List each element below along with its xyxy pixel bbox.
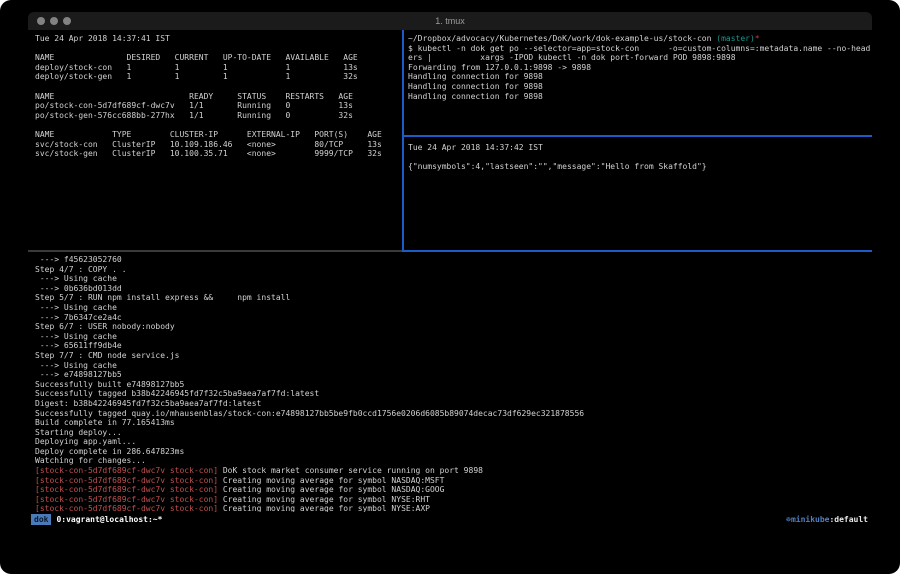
titlebar[interactable]: 1. tmux [28,12,872,30]
minimize-button[interactable] [50,17,58,25]
log-prefix: [stock-con-5d7df689cf-dwc7v stock-con] [35,485,218,494]
tmux-status-bar: dok 0:vagrant@localhost:~* ☸ minikube :d… [28,512,872,527]
build-log: ---> f45623052760 Step 4/7 : COPY . . --… [35,255,584,465]
log-prefix: [stock-con-5d7df689cf-dwc7v stock-con] [35,476,218,485]
terminal-window: 1. tmux Tue 24 Apr 2018 14:37:41 IST NAM… [28,12,872,527]
log-message: Creating moving average for symbol NASDA… [223,485,445,494]
pane-skaffold[interactable]: ---> f45623052760 Step 4/7 : COPY . . --… [28,252,872,512]
git-branch: (master) [716,34,755,43]
port-forward-output: ~/Dropbox/advocacy/Kubernetes/DoK/work/d… [408,34,872,101]
log-message: DoK stock market consumer service runnin… [223,466,483,475]
log-prefix: [stock-con-5d7df689cf-dwc7v stock-con] [35,495,218,504]
log-message: Creating moving average for symbol NYSE:… [223,495,430,504]
screenshot-frame: 1. tmux Tue 24 Apr 2018 14:37:41 IST NAM… [0,0,900,574]
pane-kubectl-watch[interactable]: Tue 24 Apr 2018 14:37:41 IST NAME DESIRE… [28,30,402,250]
zoom-button[interactable] [63,17,71,25]
window-title: 1. tmux [435,16,465,26]
kube-namespace: :default [829,515,868,524]
log-message: Creating moving average for symbol NASDA… [223,476,445,485]
close-button[interactable] [37,17,45,25]
pane-border-right-horizontal[interactable] [404,135,872,137]
log-prefix: [stock-con-5d7df689cf-dwc7v stock-con] [35,504,218,512]
traffic-lights [37,17,71,25]
log-prefix: [stock-con-5d7df689cf-dwc7v stock-con] [35,466,218,475]
kubectl-watch-output: Tue 24 Apr 2018 14:37:41 IST NAME DESIRE… [35,34,402,159]
pane-curl-output[interactable]: Tue 24 Apr 2018 14:37:42 IST {"numsymbol… [404,137,872,250]
pane-border-vertical[interactable] [402,30,404,252]
session-badge[interactable]: dok [31,514,51,525]
window-list-item[interactable]: 0:vagrant@localhost:~* [56,515,162,524]
pane-port-forward[interactable]: ~/Dropbox/advocacy/Kubernetes/DoK/work/d… [404,30,872,135]
skaffold-output: ---> f45623052760 Step 4/7 : COPY . . --… [35,255,872,512]
tmux-content: Tue 24 Apr 2018 14:37:41 IST NAME DESIRE… [28,30,872,512]
log-message: Creating moving average for symbol NYSE:… [223,504,430,512]
git-path: ~/Dropbox/advocacy/Kubernetes/DoK/work/d… [408,34,716,43]
git-dirty-flag: * [755,34,760,43]
port-forward-log: $ kubectl -n dok get po --selector=app=s… [408,44,870,101]
kube-context: minikube [791,515,830,524]
curl-output-text: Tue 24 Apr 2018 14:37:42 IST {"numsymbol… [408,143,872,172]
